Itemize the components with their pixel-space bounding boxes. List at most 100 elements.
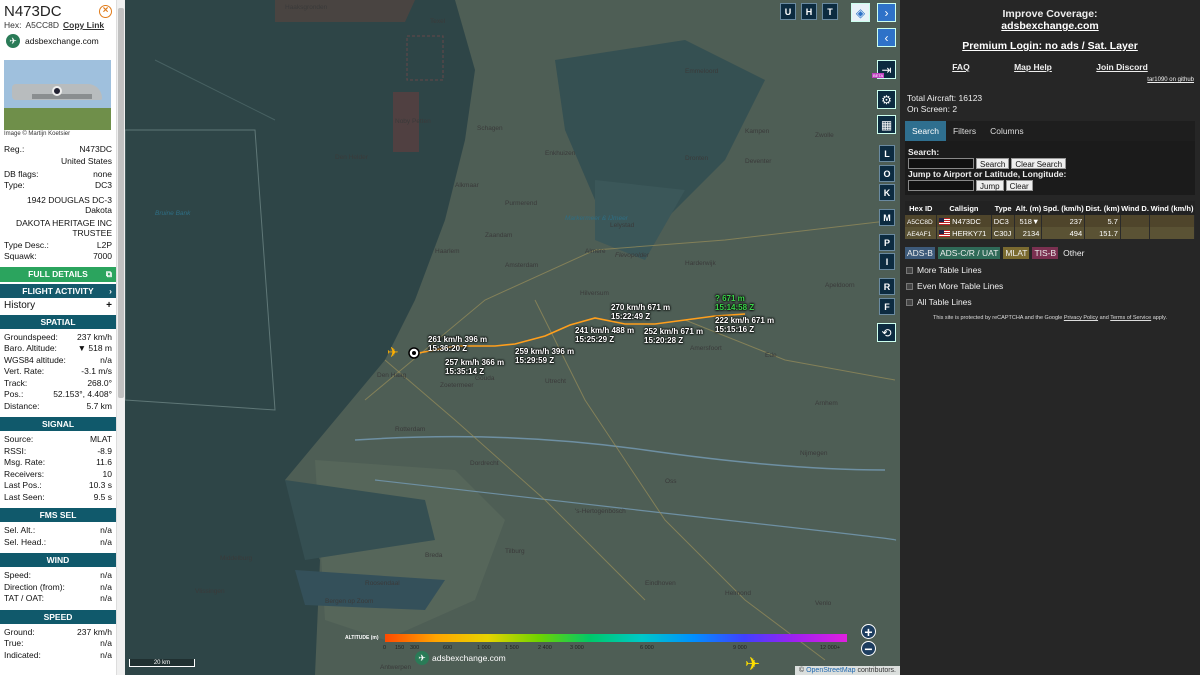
map-label: Antwerpen [380, 664, 412, 671]
all-lines-option[interactable]: All Table Lines [906, 297, 1200, 307]
checkbox[interactable] [906, 266, 913, 274]
r-button[interactable]: R [879, 278, 895, 295]
close-icon[interactable]: × [99, 5, 112, 18]
premium-login-link[interactable]: Premium Login: no ads / Sat. Layer [900, 40, 1200, 52]
improve-link[interactable]: adsbexchange.com [1001, 20, 1098, 32]
site-link[interactable]: ✈ adsbexchange.com [0, 30, 116, 52]
copy-link[interactable]: Copy Link [63, 20, 104, 30]
column-header[interactable]: Wind D. [1120, 201, 1150, 215]
cell-text: 518▼ [1019, 216, 1040, 226]
column-header[interactable]: Type [991, 201, 1015, 215]
search-title: Search: [908, 147, 940, 157]
source-adsb[interactable]: ADS-B [905, 247, 935, 259]
map-help-link[interactable]: Map Help [1014, 62, 1052, 72]
privacy-link[interactable]: Privacy Policy [1064, 315, 1098, 321]
fms-list: Sel. Alt.: n/a Sel. Head.: n/a [0, 525, 116, 551]
typedesc-row: Type Desc.: L2P [0, 240, 116, 252]
map-label: Amsterdam [505, 262, 539, 269]
checkbox[interactable] [906, 282, 913, 290]
search-button[interactable]: Search [976, 158, 1010, 169]
i-button[interactable]: I [879, 253, 895, 270]
map-label: Zwolle [815, 132, 834, 139]
u-button[interactable]: U [780, 3, 796, 20]
chevron-right-icon[interactable]: › [877, 3, 896, 22]
source-adsc[interactable]: ADS-C/R / UAT [937, 247, 1001, 259]
search-row: Search Clear Search [908, 158, 1192, 169]
jump-input[interactable] [908, 180, 974, 191]
column-header[interactable]: Callsign [936, 201, 992, 215]
discord-link[interactable]: Join Discord [1096, 62, 1147, 72]
track-label-line: 15:15:16 Z [715, 325, 755, 334]
flight-activity-button[interactable]: FLIGHT ACTIVITY › [0, 283, 116, 298]
clear-search-button[interactable]: Clear Search [1011, 158, 1067, 169]
signal-label: Source: [4, 434, 34, 444]
checkbox[interactable] [906, 298, 913, 306]
t-button[interactable]: T [822, 3, 838, 20]
map-label: Helmond [725, 590, 752, 597]
external-link-icon: ⧉ [105, 268, 112, 279]
osm-link[interactable]: OpenStreetMap [806, 667, 855, 674]
wind-row: Direction (from): n/a [0, 582, 116, 594]
source-tisb[interactable]: TIS-B [1032, 247, 1059, 259]
replay-icon[interactable]: ⟲ [877, 323, 896, 342]
source-other[interactable]: Other [1061, 247, 1086, 259]
signal-label: RSSI: [4, 445, 27, 456]
column-header[interactable]: Spd. (km/h) [1041, 201, 1085, 215]
cell-text: 494 [1069, 228, 1083, 238]
faq-link[interactable]: FAQ [952, 62, 969, 72]
table-cell: HERKY71 [936, 227, 992, 239]
search-input[interactable] [908, 158, 974, 169]
l-button[interactable]: L [879, 145, 895, 162]
github-link[interactable]: tar1090 on github [900, 77, 1194, 83]
tab-filters[interactable]: Filters [946, 121, 983, 141]
chevron-left-icon[interactable]: ‹ [877, 28, 896, 47]
other-aircraft-marker[interactable]: ✈ [745, 654, 760, 674]
onscreen-value: 2 [952, 104, 958, 114]
layers-icon[interactable]: ◈ [851, 3, 870, 22]
column-header[interactable]: Wind (km/h) [1149, 201, 1195, 215]
tab-search[interactable]: Search [905, 121, 946, 141]
clear-button[interactable]: Clear [1005, 180, 1033, 191]
column-header[interactable]: Hex ID [905, 201, 937, 215]
spatial-label: WGS84 altitude: [4, 354, 66, 365]
table-row[interactable]: A5CC8D N473DC DC3 518▼ 237 5.7 [905, 215, 1195, 227]
aircraft-marker[interactable]: ✈ [387, 344, 399, 360]
k-button[interactable]: K [879, 184, 895, 201]
map-view[interactable]: ✈ ✈ Haaksgronden Texel Noby Petten Schag… [125, 0, 900, 675]
tab-columns[interactable]: Columns [983, 121, 1031, 141]
even-more-option[interactable]: Even More Table Lines [906, 281, 1200, 291]
hierarchy-icon[interactable]: ▦ [877, 115, 896, 134]
aircraft-photo[interactable] [4, 60, 111, 130]
spatial-label: Track: [4, 377, 28, 388]
owner2: TRUSTEE [72, 227, 112, 238]
typedesc-label: Type Desc.: [4, 239, 49, 250]
h-button[interactable]: H [801, 3, 817, 20]
zoom-out-button[interactable]: − [861, 641, 876, 656]
signal-value: 10.3 s [88, 480, 112, 490]
more-lines-option[interactable]: More Table Lines [906, 265, 1200, 275]
full-details-button[interactable]: FULL DETAILS ⧉ [0, 266, 116, 282]
o-button[interactable]: O [879, 165, 895, 182]
jump-button[interactable]: Jump [976, 180, 1004, 191]
adsbx-logo-icon: ✈ [6, 34, 20, 48]
map-label: Purmerend [505, 200, 538, 207]
panel-scrollbar[interactable] [116, 0, 125, 675]
table-row[interactable]: AE4AF1 HERKY71 C30J 2134 494 151.7 [905, 227, 1195, 239]
source-mlat[interactable]: MLAT [1003, 247, 1030, 259]
terms-link[interactable]: Terms of Service [1110, 315, 1151, 321]
history-row[interactable]: History + [0, 298, 116, 313]
zoom-in-button[interactable]: + [861, 624, 876, 639]
p-button[interactable]: P [879, 234, 895, 251]
m-button[interactable]: M [879, 209, 895, 226]
column-header[interactable]: Alt. (m) [1014, 201, 1042, 215]
wind-value: n/a [100, 581, 112, 592]
column-header[interactable]: Dist. (km) [1084, 201, 1121, 215]
table-cell: N473DC [936, 215, 992, 227]
map-label: Flevopolder [615, 252, 649, 259]
plus-icon[interactable]: + [106, 300, 112, 311]
f-button[interactable]: F [879, 298, 895, 315]
scrollbar-thumb[interactable] [118, 8, 124, 398]
settings-icon[interactable]: ⚙ [877, 90, 896, 109]
